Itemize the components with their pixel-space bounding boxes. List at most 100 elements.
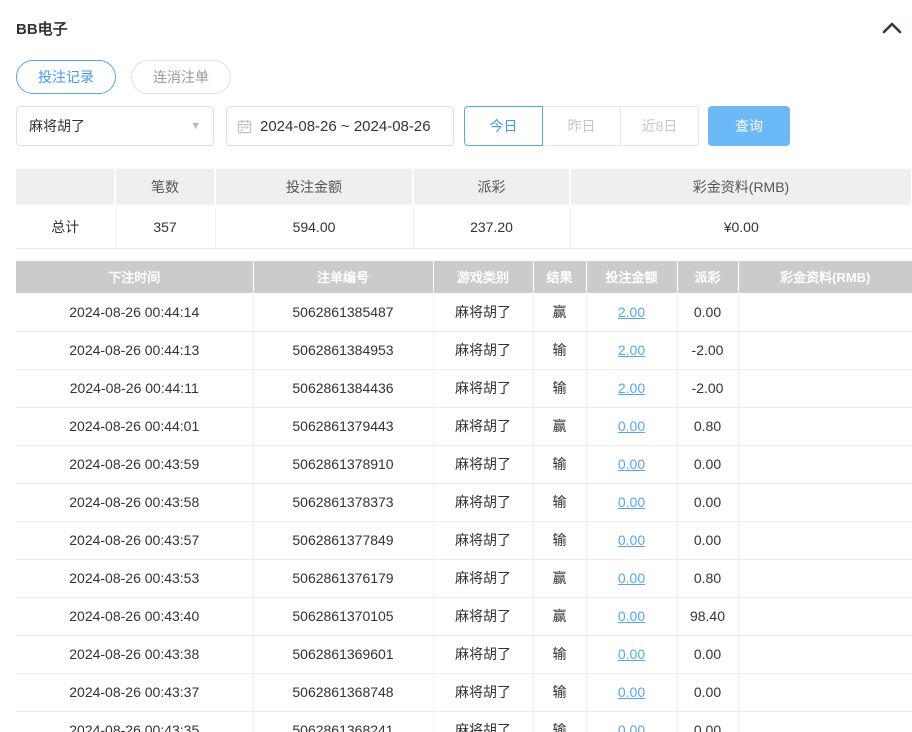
game-type-cell: 麻将胡了 bbox=[433, 407, 533, 445]
quick-date-button-2[interactable]: 近8日 bbox=[620, 106, 699, 146]
bet-time-cell: 2024-08-26 00:43:57 bbox=[16, 521, 253, 559]
order-id-cell: 5062861379443 bbox=[253, 407, 433, 445]
bonus-cell bbox=[738, 597, 912, 635]
payout-cell: 0.00 bbox=[677, 673, 738, 711]
tab-0[interactable]: 投注记录 bbox=[16, 60, 116, 94]
payout-cell: 0.00 bbox=[677, 635, 738, 673]
payout-cell: 0.80 bbox=[677, 559, 738, 597]
quick-date-button-1[interactable]: 昨日 bbox=[542, 106, 621, 146]
bet-amount-cell: 0.00 bbox=[586, 483, 677, 521]
result-cell: 输 bbox=[533, 331, 586, 369]
bet-amount-link[interactable]: 0.00 bbox=[618, 646, 645, 662]
chevron-up-icon bbox=[882, 22, 902, 37]
bonus-cell bbox=[738, 407, 912, 445]
table-row: 2024-08-26 00:43:585062861378373麻将胡了输0.0… bbox=[16, 483, 912, 521]
bet-amount-link[interactable]: 2.00 bbox=[618, 380, 645, 396]
table-row: 2024-08-26 00:43:385062861369601麻将胡了输0.0… bbox=[16, 635, 912, 673]
bet-time-cell: 2024-08-26 00:44:11 bbox=[16, 369, 253, 407]
result-cell: 输 bbox=[533, 635, 586, 673]
bet-column-header-6: 彩金资料(RMB) bbox=[738, 260, 912, 293]
bet-records-panel: BB电子 投注记录连消注单 麻将胡了 ▼ 2024-08-26 ~ 2024-0… bbox=[0, 0, 912, 732]
bet-column-header-2: 游戏类别 bbox=[433, 260, 533, 293]
game-select-value: 麻将胡了 bbox=[29, 116, 85, 136]
bet-amount-link[interactable]: 0.00 bbox=[618, 684, 645, 700]
order-id-cell: 5062861377849 bbox=[253, 521, 433, 559]
payout-cell: -2.00 bbox=[677, 369, 738, 407]
table-row: 2024-08-26 00:44:115062861384436麻将胡了输2.0… bbox=[16, 369, 912, 407]
order-id-cell: 5062861378373 bbox=[253, 483, 433, 521]
bet-amount-cell: 2.00 bbox=[586, 331, 677, 369]
order-id-cell: 5062861384953 bbox=[253, 331, 433, 369]
bet-column-header-3: 结果 bbox=[533, 260, 586, 293]
game-select[interactable]: 麻将胡了 ▼ bbox=[16, 106, 214, 146]
bet-amount-link[interactable]: 0.00 bbox=[618, 570, 645, 586]
bonus-cell bbox=[738, 521, 912, 559]
bonus-cell bbox=[738, 711, 912, 732]
bonus-cell bbox=[738, 559, 912, 597]
payout-cell: 0.00 bbox=[677, 521, 738, 559]
payout-cell: 0.00 bbox=[677, 483, 738, 521]
table-row: 2024-08-26 00:43:575062861377849麻将胡了输0.0… bbox=[16, 521, 912, 559]
result-cell: 赢 bbox=[533, 293, 586, 331]
record-tabs: 投注记录连消注单 bbox=[16, 60, 912, 94]
bet-amount-cell: 0.00 bbox=[586, 559, 677, 597]
date-range-input[interactable]: 2024-08-26 ~ 2024-08-26 bbox=[226, 106, 454, 146]
result-cell: 输 bbox=[533, 521, 586, 559]
filter-row: 麻将胡了 ▼ 2024-08-26 ~ 2024-08-26 今日昨日近8日 查… bbox=[16, 106, 912, 146]
summary-column-header-1: 笔数 bbox=[115, 168, 215, 206]
calendar-icon bbox=[237, 119, 252, 134]
bet-table: 下注时间注单编号游戏类别结果投注金额派彩彩金资料(RMB) 2024-08-26… bbox=[16, 260, 912, 732]
bet-amount-cell: 0.00 bbox=[586, 597, 677, 635]
bet-time-cell: 2024-08-26 00:43:59 bbox=[16, 445, 253, 483]
order-id-cell: 5062861368748 bbox=[253, 673, 433, 711]
game-type-cell: 麻将胡了 bbox=[433, 483, 533, 521]
payout-cell: 98.40 bbox=[677, 597, 738, 635]
table-row: 2024-08-26 00:44:015062861379443麻将胡了赢0.0… bbox=[16, 407, 912, 445]
bet-time-cell: 2024-08-26 00:43:37 bbox=[16, 673, 253, 711]
table-row: 2024-08-26 00:43:355062861368241麻将胡了输0.0… bbox=[16, 711, 912, 732]
bet-table-body: 2024-08-26 00:44:145062861385487麻将胡了赢2.0… bbox=[16, 293, 912, 732]
bet-column-header-4: 投注金额 bbox=[586, 260, 677, 293]
bet-amount-link[interactable]: 2.00 bbox=[618, 304, 645, 320]
bet-amount-link[interactable]: 0.00 bbox=[618, 608, 645, 624]
bonus-cell bbox=[738, 673, 912, 711]
bet-amount-link[interactable]: 2.00 bbox=[618, 342, 645, 358]
collapse-panel-button[interactable] bbox=[880, 20, 904, 36]
bet-amount-cell: 0.00 bbox=[586, 711, 677, 732]
bonus-cell bbox=[738, 635, 912, 673]
page-title: BB电子 bbox=[16, 18, 68, 39]
bet-amount-link[interactable]: 0.00 bbox=[618, 456, 645, 472]
bet-amount-link[interactable]: 0.00 bbox=[618, 532, 645, 548]
summary-column-header-0 bbox=[16, 168, 115, 206]
table-row: 2024-08-26 00:44:135062861384953麻将胡了输2.0… bbox=[16, 331, 912, 369]
bet-column-header-5: 派彩 bbox=[677, 260, 738, 293]
table-row: 2024-08-26 00:43:405062861370105麻将胡了赢0.0… bbox=[16, 597, 912, 635]
order-id-cell: 5062861376179 bbox=[253, 559, 433, 597]
bet-amount-cell: 0.00 bbox=[586, 635, 677, 673]
order-id-cell: 5062861370105 bbox=[253, 597, 433, 635]
bet-table-header-row: 下注时间注单编号游戏类别结果投注金额派彩彩金资料(RMB) bbox=[16, 260, 912, 293]
summary-payout: 237.20 bbox=[413, 206, 570, 248]
bet-amount-link[interactable]: 0.00 bbox=[618, 418, 645, 434]
tab-1[interactable]: 连消注单 bbox=[131, 60, 231, 94]
bet-amount-cell: 2.00 bbox=[586, 293, 677, 331]
summary-total-row: 总计 357 594.00 237.20 ¥0.00 bbox=[16, 206, 912, 248]
bet-column-header-1: 注单编号 bbox=[253, 260, 433, 293]
bet-amount-link[interactable]: 0.00 bbox=[618, 722, 645, 732]
bet-amount-cell: 0.00 bbox=[586, 673, 677, 711]
game-type-cell: 麻将胡了 bbox=[433, 635, 533, 673]
quick-date-button-0[interactable]: 今日 bbox=[464, 106, 543, 146]
order-id-cell: 5062861378910 bbox=[253, 445, 433, 483]
bet-column-header-0: 下注时间 bbox=[16, 260, 253, 293]
summary-column-header-2: 投注金额 bbox=[215, 168, 413, 206]
bet-time-cell: 2024-08-26 00:43:35 bbox=[16, 711, 253, 732]
bonus-cell bbox=[738, 331, 912, 369]
table-row: 2024-08-26 00:43:535062861376179麻将胡了赢0.0… bbox=[16, 559, 912, 597]
bet-amount-link[interactable]: 0.00 bbox=[618, 494, 645, 510]
payout-cell: 0.00 bbox=[677, 293, 738, 331]
summary-column-header-3: 派彩 bbox=[413, 168, 570, 206]
bet-time-cell: 2024-08-26 00:43:58 bbox=[16, 483, 253, 521]
payout-cell: 0.00 bbox=[677, 445, 738, 483]
query-button[interactable]: 查询 bbox=[708, 106, 790, 146]
result-cell: 赢 bbox=[533, 597, 586, 635]
